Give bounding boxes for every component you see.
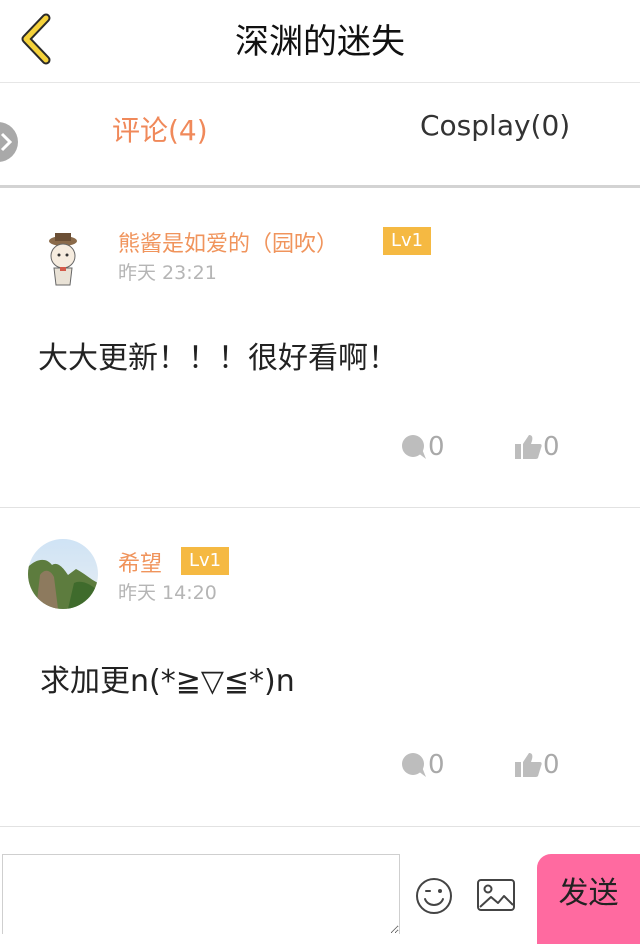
- send-button[interactable]: 发送: [537, 854, 640, 944]
- comment-item: 希望 Lv1 昨天 14:20 求加更n(*≧▽≦*)n 0 0: [0, 508, 640, 827]
- username[interactable]: 熊酱是如爱的（园吹）: [118, 226, 338, 258]
- comment-item: 熊酱是如爱的（园吹） Lv1 昨天 23:21 大大更新！！！很好看啊！ 0 0: [0, 188, 640, 508]
- like-button[interactable]: 0: [513, 750, 560, 780]
- comment-bubble-icon: [402, 753, 426, 777]
- thumbs-up-icon: [515, 435, 542, 459]
- comment-bubble-icon: [402, 435, 426, 459]
- emoji-icon: [416, 878, 452, 914]
- image-icon: [477, 879, 515, 911]
- thumbs-up-icon: [515, 753, 542, 777]
- comment-text: 求加更n(*≧▽≦*)n: [40, 664, 295, 699]
- tab-cosplay[interactable]: Cosplay(0): [420, 109, 570, 142]
- reply-button[interactable]: 0: [400, 432, 445, 462]
- comment-input-bar: 发送: [0, 827, 640, 944]
- timestamp: 昨天 23:21: [118, 262, 217, 284]
- side-arrow-icon: [0, 132, 12, 152]
- avatar[interactable]: [28, 539, 98, 609]
- reply-count: 0: [428, 432, 445, 462]
- reply-count: 0: [428, 750, 445, 780]
- timestamp: 昨天 14:20: [118, 582, 217, 604]
- level-badge: Lv1: [181, 547, 230, 575]
- comment-input[interactable]: [2, 854, 400, 934]
- username[interactable]: 希望: [118, 546, 162, 578]
- tab-bar: 评论(4) Cosplay(0): [0, 83, 640, 188]
- image-button[interactable]: [476, 878, 516, 912]
- comment-text: 大大更新！！！很好看啊！: [38, 341, 398, 376]
- page-title: 深渊的迷失: [235, 22, 405, 62]
- tab-comments[interactable]: 评论(4): [112, 109, 208, 149]
- level-badge: Lv1: [383, 227, 432, 255]
- top-bar: 深渊的迷失: [0, 0, 640, 83]
- like-count: 0: [543, 750, 560, 780]
- emoji-button[interactable]: [414, 876, 454, 916]
- avatar[interactable]: [28, 223, 98, 293]
- like-count: 0: [543, 432, 560, 462]
- reply-button[interactable]: 0: [400, 750, 445, 780]
- like-button[interactable]: 0: [513, 432, 560, 462]
